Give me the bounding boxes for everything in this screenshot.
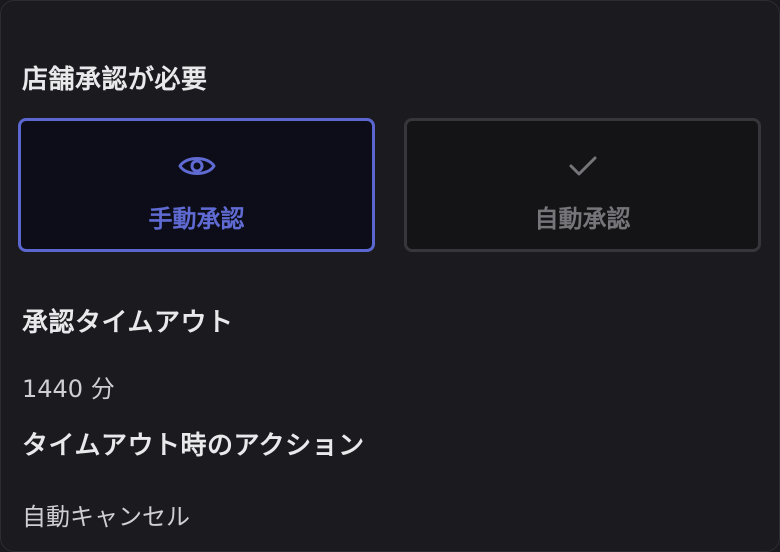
store-approval-title: 店舗承認が必要 (22, 65, 208, 95)
approval-timeout-value: 1440 分 (22, 375, 115, 403)
check-icon (569, 156, 596, 176)
approval-timeout-title: 承認タイムアウト (22, 308, 234, 338)
timeout-action-value: 自動キャンセル (22, 503, 190, 531)
approval-settings-panel: 店舗承認が必要 手動承認 自動承認 承認タイムアウト 1440 分 タイムアウト… (0, 0, 780, 552)
eye-icon (178, 157, 215, 175)
manual-approval-option[interactable]: 手動承認 (18, 118, 375, 252)
auto-approval-label: 自動承認 (534, 205, 631, 233)
auto-approval-option[interactable]: 自動承認 (404, 118, 761, 252)
manual-approval-label: 手動承認 (148, 205, 245, 233)
timeout-action-title: タイムアウト時のアクション (22, 431, 365, 461)
